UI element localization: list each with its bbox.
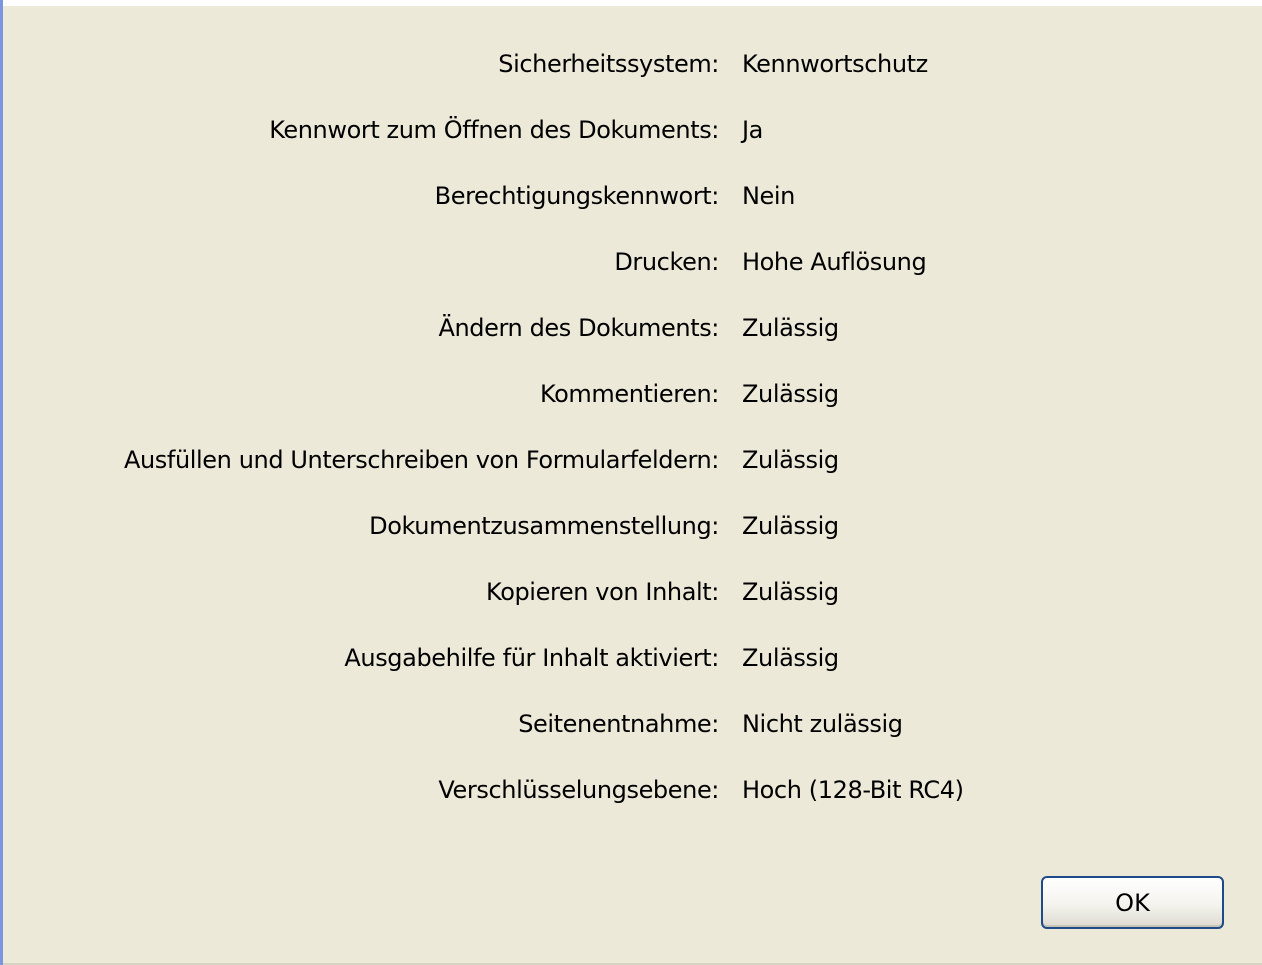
form-filling-label: Ausfüllen und Unterschreiben von Formula… [123,446,719,474]
commenting-value: Zulässig [742,380,839,408]
security-row-accessibility: Ausgabehilfe für Inhalt aktiviert: Zuläs… [3,634,1262,700]
security-row-content-copying: Kopieren von Inhalt: Zulässig [3,568,1262,634]
document-assembly-label: Dokumentzusammenstellung: [369,512,719,540]
page-extraction-label: Seitenentnahme: [518,710,719,738]
dialog-top-edge [3,0,1262,6]
security-settings-list: Sicherheitssystem: Kennwortschutz Kennwo… [3,40,1262,832]
security-row-encryption-level: Verschlüsselungsebene: Hoch (128-Bit RC4… [3,766,1262,832]
page-extraction-value: Nicht zulässig [742,710,903,738]
encryption-level-value: Hoch (128-Bit RC4) [742,776,964,804]
permissions-password-label: Berechtigungskennwort: [434,182,720,210]
changing-document-value: Zulässig [742,314,839,342]
security-system-value: Kennwortschutz [742,50,928,78]
content-copying-value: Zulässig [742,578,839,606]
commenting-label: Kommentieren: [539,380,719,408]
accessibility-value: Zulässig [742,644,839,672]
security-row-permissions-password: Berechtigungskennwort: Nein [3,172,1262,238]
content-copying-label: Kopieren von Inhalt: [486,578,719,606]
accessibility-label: Ausgabehilfe für Inhalt aktiviert: [344,644,719,672]
open-password-label: Kennwort zum Öffnen des Dokuments: [269,116,719,144]
security-row-page-extraction: Seitenentnahme: Nicht zulässig [3,700,1262,766]
security-row-security-system: Sicherheitssystem: Kennwortschutz [3,40,1262,106]
document-assembly-value: Zulässig [742,512,839,540]
document-security-dialog: Sicherheitssystem: Kennwortschutz Kennwo… [0,0,1262,965]
security-row-form-filling: Ausfüllen und Unterschreiben von Formula… [3,436,1262,502]
security-row-changing-document: Ändern des Dokuments: Zulässig [3,304,1262,370]
ok-button[interactable]: OK [1041,876,1224,929]
security-row-printing: Drucken: Hohe Auflösung [3,238,1262,304]
open-password-value: Ja [742,116,763,144]
security-row-commenting: Kommentieren: Zulässig [3,370,1262,436]
printing-label: Drucken: [614,248,719,276]
encryption-level-label: Verschlüsselungsebene: [438,776,719,804]
permissions-password-value: Nein [742,182,795,210]
security-row-open-password: Kennwort zum Öffnen des Dokuments: Ja [3,106,1262,172]
printing-value: Hohe Auflösung [742,248,927,276]
security-row-document-assembly: Dokumentzusammenstellung: Zulässig [3,502,1262,568]
changing-document-label: Ändern des Dokuments: [438,314,719,342]
form-filling-value: Zulässig [742,446,839,474]
security-system-label: Sicherheitssystem: [498,50,719,78]
